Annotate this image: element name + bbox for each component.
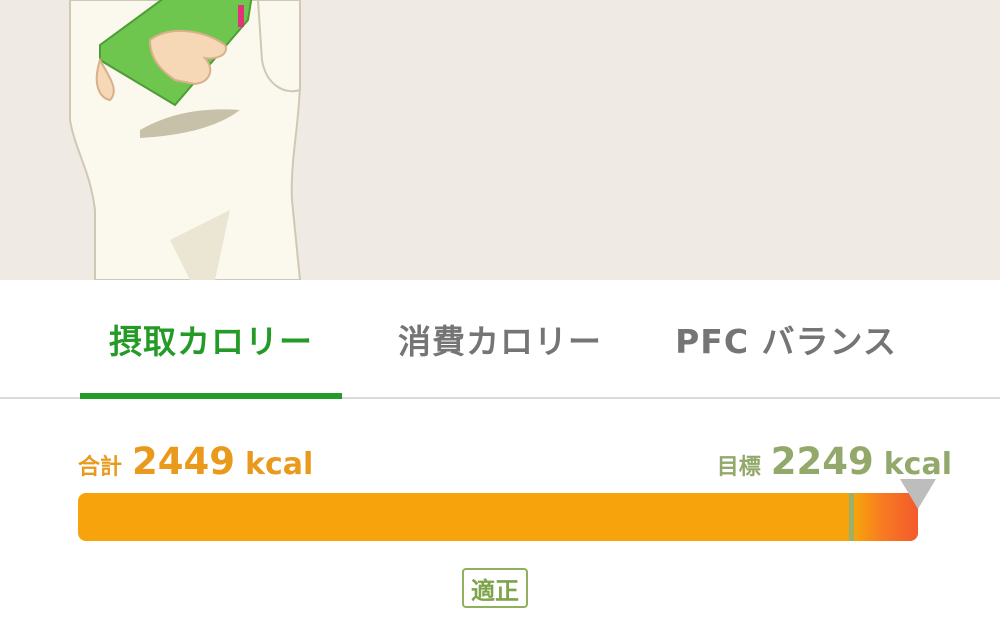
progress-fill xyxy=(78,493,918,541)
target-line xyxy=(849,493,855,541)
tab-burned-calories[interactable]: 消費カロリー xyxy=(372,280,628,397)
tab-pfc-balance[interactable]: PFC バランス xyxy=(660,280,912,397)
target-value: 2249 xyxy=(770,440,874,483)
tab-intake-calories-label: 摂取カロリー xyxy=(109,321,313,361)
tab-burned-calories-label: 消費カロリー xyxy=(398,321,602,361)
header-illustration xyxy=(0,0,1000,280)
progress-track xyxy=(78,493,918,541)
target-unit: kcal xyxy=(883,447,952,482)
active-tab-indicator xyxy=(80,393,342,399)
total-unit: kcal xyxy=(245,447,314,482)
tab-bar: 摂取カロリー 消費カロリー PFC バランス xyxy=(0,280,1000,399)
total-label: 合計 xyxy=(78,455,123,480)
status-badge: 適正 xyxy=(462,568,528,608)
target-label: 目標 xyxy=(716,455,761,480)
calorie-progress-bar xyxy=(78,479,936,541)
nurse-illustration xyxy=(69,0,302,280)
target-calories: 目標 2249 kcal xyxy=(717,440,952,484)
target-marker-icon xyxy=(900,479,936,509)
tab-pfc-balance-label: PFC バランス xyxy=(675,321,897,361)
total-calories: 合計 2449 kcal xyxy=(78,440,313,484)
tab-intake-calories[interactable]: 摂取カロリー xyxy=(80,280,342,399)
total-value: 2449 xyxy=(132,440,235,483)
